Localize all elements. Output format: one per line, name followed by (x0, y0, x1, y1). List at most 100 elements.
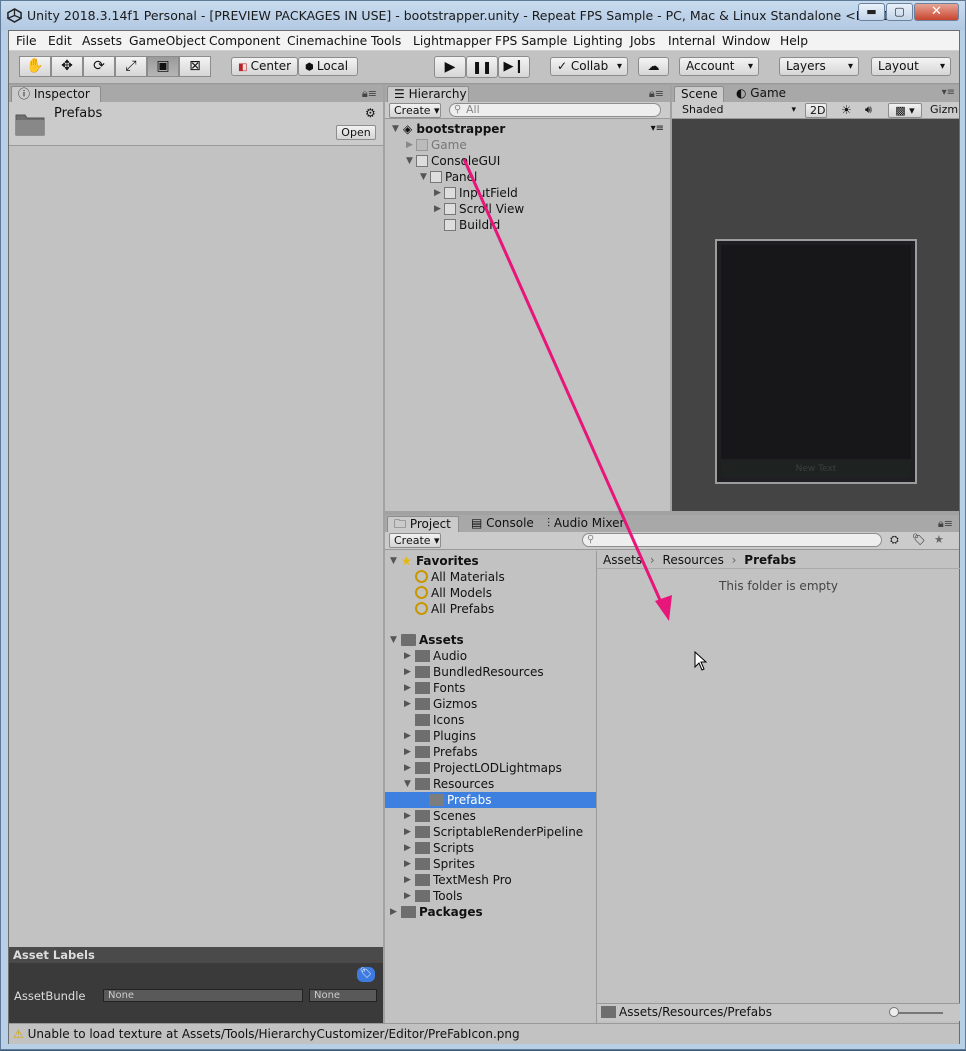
menu-fps-sample[interactable]: FPS Sample (495, 34, 567, 48)
folder-item[interactable]: ▶ Plugins (385, 728, 596, 744)
hierarchy-create-button[interactable]: Create ▾ (389, 103, 441, 118)
menu-window[interactable]: Window (722, 34, 771, 48)
collapse-arrow-icon[interactable]: ▶ (404, 744, 411, 760)
folder-item[interactable]: ▶ TextMesh Pro (385, 872, 596, 888)
variant-dropdown[interactable]: None (309, 989, 377, 1002)
folder-item[interactable]: ▶ BundledResources (385, 664, 596, 680)
favorite-item[interactable]: All Prefabs (385, 601, 596, 617)
hierarchy-item-game[interactable]: ▶ Game (385, 137, 670, 153)
collapse-arrow-icon[interactable]: ▶ (404, 648, 411, 664)
hand-tool-icon[interactable]: ✋ (19, 56, 51, 77)
menu-edit[interactable]: Edit (48, 34, 72, 48)
breadcrumb-item[interactable]: Resources (663, 553, 724, 567)
menu-lighting[interactable]: Lighting (573, 34, 623, 48)
search-by-type-icon[interactable]: ⛭ (890, 533, 899, 547)
expand-arrow-icon[interactable]: ▼ (390, 553, 397, 569)
tab-audio-mixer[interactable]: ⫶ Audio Mixer (541, 516, 637, 532)
label-tag-icon[interactable]: 🏷︎ (357, 967, 375, 982)
folder-item[interactable]: ▶ Prefabs (385, 744, 596, 760)
assetbundle-dropdown[interactable]: None (103, 989, 303, 1002)
scene-root-row[interactable]: ▼ ◈ bootstrapper ▾≡ (385, 121, 670, 137)
hierarchy-item-buildid[interactable]: BuildId (385, 217, 670, 233)
scale-tool-icon[interactable]: ⤢ (115, 56, 147, 77)
collapse-arrow-icon[interactable]: ▶ (404, 840, 411, 856)
expand-arrow-icon[interactable]: ▼ (392, 121, 399, 137)
project-menu-icon[interactable]: 🔒︎≡ (938, 517, 953, 531)
hierarchy-item-inputfield[interactable]: ▶ InputField (385, 185, 670, 201)
collapse-arrow-icon[interactable]: ▶ (434, 185, 441, 201)
cloud-button[interactable]: ☁ (638, 57, 669, 76)
project-search-input[interactable]: ⚲ (582, 533, 882, 547)
folder-item[interactable]: ▶ Scenes (385, 808, 596, 824)
expand-arrow-icon[interactable]: ▼ (404, 776, 411, 792)
transform-tool-icon[interactable]: ⊠ (179, 56, 211, 77)
expand-arrow-icon[interactable]: ▼ (406, 153, 413, 169)
tab-inspector[interactable]: ⓘ Inspector (11, 86, 101, 102)
collapse-arrow-icon[interactable]: ▶ (404, 808, 411, 824)
status-bar[interactable]: ⚠ Unable to load texture at Assets/Tools… (9, 1023, 959, 1044)
step-button[interactable]: ▶❙ (498, 56, 530, 78)
menu-cinemachine[interactable]: Cinemachine (287, 34, 367, 48)
hierarchy-menu-icon[interactable]: 🔒︎≡ (649, 87, 664, 101)
scene-menu-icon[interactable]: ▾≡ (942, 87, 955, 98)
folder-item[interactable]: ▶ Sprites (385, 856, 596, 872)
pivot-center-button[interactable]: ◧ Center (231, 57, 298, 76)
lighting-toggle-icon[interactable]: ☀ (841, 103, 852, 117)
collapse-arrow-icon[interactable]: ▶ (406, 137, 413, 153)
packages-row[interactable]: ▶ Packages (385, 904, 596, 920)
gizmos-dropdown[interactable]: Gizm (930, 103, 958, 116)
effects-toggle[interactable]: ▩ ▾ (888, 103, 922, 118)
hierarchy-item-scroll-view[interactable]: ▶ Scroll View (385, 201, 670, 217)
hierarchy-item-panel[interactable]: ▼ Panel (385, 169, 670, 185)
hierarchy-search-input[interactable]: ⚲ All (449, 103, 661, 117)
folder-item-selected[interactable]: Prefabs (385, 792, 596, 808)
favorite-item[interactable]: All Models (385, 585, 596, 601)
close-button[interactable]: ✕ (914, 3, 959, 21)
project-create-button[interactable]: Create ▾ (389, 533, 441, 548)
collab-dropdown[interactable]: ✓ Collab (550, 57, 628, 76)
hierarchy-item-consolegui[interactable]: ▼ ConsoleGUI (385, 153, 670, 169)
folder-item[interactable]: ▶ Audio (385, 648, 596, 664)
settings-gear-icon[interactable]: ⚙ (365, 106, 376, 120)
minimize-button[interactable]: ▬ (858, 3, 885, 21)
collapse-arrow-icon[interactable]: ▶ (404, 680, 411, 696)
favorite-item[interactable]: All Materials (385, 569, 596, 585)
collapse-arrow-icon[interactable]: ▶ (404, 664, 411, 680)
rotate-tool-icon[interactable]: ⟳ (83, 56, 115, 77)
2d-toggle[interactable]: 2D (805, 103, 827, 118)
collapse-arrow-icon[interactable]: ▶ (404, 888, 411, 904)
favorite-star-icon[interactable]: ★ (934, 533, 944, 546)
move-tool-icon[interactable]: ✥ (51, 56, 83, 77)
collapse-arrow-icon[interactable]: ▶ (404, 696, 411, 712)
folder-item[interactable]: ▶ ScriptableRenderPipeline (385, 824, 596, 840)
menu-file[interactable]: File (16, 34, 37, 48)
folder-item[interactable]: ▶ Gizmos (385, 696, 596, 712)
folder-item[interactable]: ▼ Resources (385, 776, 596, 792)
menu-gameobject[interactable]: GameObject (129, 34, 206, 48)
menu-assets[interactable]: Assets (82, 34, 122, 48)
breadcrumb-current[interactable]: Prefabs (744, 553, 796, 567)
tab-game[interactable]: ◐ Game (730, 86, 796, 102)
collapse-arrow-icon[interactable]: ▶ (404, 856, 411, 872)
expand-arrow-icon[interactable]: ▼ (390, 632, 397, 648)
menu-internal[interactable]: Internal (668, 34, 715, 48)
scene-menu-icon[interactable]: ▾≡ (651, 121, 664, 137)
tab-scene[interactable]: Scene (674, 86, 724, 102)
panel-lock-icon[interactable]: 🔒︎≡ (362, 87, 377, 101)
menu-jobs[interactable]: Jobs (630, 34, 655, 48)
folder-item[interactable]: ▶ Scripts (385, 840, 596, 856)
pause-button[interactable]: ❚❚ (466, 56, 498, 78)
assets-row[interactable]: ▼ Assets (385, 632, 596, 648)
audio-toggle-icon[interactable]: 🔊︎ (865, 103, 872, 117)
collapse-arrow-icon[interactable]: ▶ (434, 201, 441, 217)
collapse-arrow-icon[interactable]: ▶ (404, 824, 411, 840)
tab-hierarchy[interactable]: ☰ Hierarchy (387, 86, 469, 102)
tab-console[interactable]: ▤ Console (465, 516, 537, 532)
collapse-arrow-icon[interactable]: ▶ (404, 760, 411, 776)
favorites-row[interactable]: ▼ ★ Favorites (385, 553, 596, 569)
pivot-local-button[interactable]: ⬢ Local (298, 57, 358, 76)
layers-dropdown[interactable]: Layers (779, 57, 859, 76)
breadcrumb-item[interactable]: Assets (603, 553, 642, 567)
collapse-arrow-icon[interactable]: ▶ (404, 728, 411, 744)
menu-help[interactable]: Help (780, 34, 808, 48)
